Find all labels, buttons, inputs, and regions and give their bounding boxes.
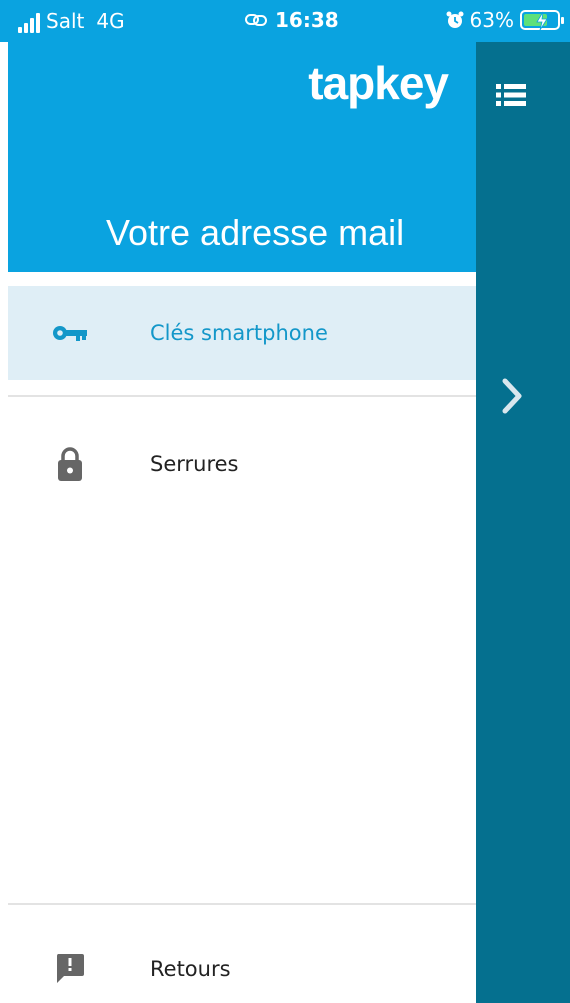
key-icon	[52, 315, 88, 351]
lock-icon	[52, 446, 88, 482]
menu-item-label: Retours	[150, 957, 231, 981]
status-right: 63%	[446, 8, 564, 32]
chevron-right-icon[interactable]	[500, 377, 524, 415]
battery-charging-icon	[520, 10, 564, 31]
clock-time: 16:38	[275, 8, 339, 32]
divider	[8, 395, 476, 397]
account-email-label[interactable]: Votre adresse mail	[106, 212, 404, 254]
drawer-header: tapkey Votre adresse mail	[8, 42, 476, 272]
alarm-icon	[446, 11, 464, 28]
status-center: 16:38	[245, 8, 339, 32]
bolt-icon	[536, 11, 548, 31]
network-type: 4G	[96, 9, 125, 33]
main-content-edge[interactable]	[476, 42, 570, 1003]
signal-icon	[18, 13, 40, 33]
navigation-drawer: tapkey Votre adresse mail Clés smartphon…	[0, 42, 476, 1003]
divider	[8, 903, 476, 905]
menu-item-label: Clés smartphone	[150, 321, 328, 345]
tapkey-logo: tapkey	[308, 57, 449, 109]
menu-item-feedback[interactable]: Retours	[8, 922, 476, 1003]
list-icon[interactable]	[496, 82, 526, 108]
carrier-name: Salt	[46, 9, 85, 33]
feedback-icon	[52, 951, 88, 987]
battery-percent: 63%	[469, 8, 514, 32]
battery-cap	[561, 17, 564, 24]
menu-item-smartphone-keys[interactable]: Clés smartphone	[8, 286, 476, 380]
menu-item-locks[interactable]: Serrures	[8, 417, 476, 511]
status-left: Salt 4G	[18, 9, 125, 33]
link-icon	[245, 14, 267, 26]
menu-item-label: Serrures	[150, 452, 239, 476]
status-bar: Salt 4G 16:38 63%	[0, 0, 570, 42]
